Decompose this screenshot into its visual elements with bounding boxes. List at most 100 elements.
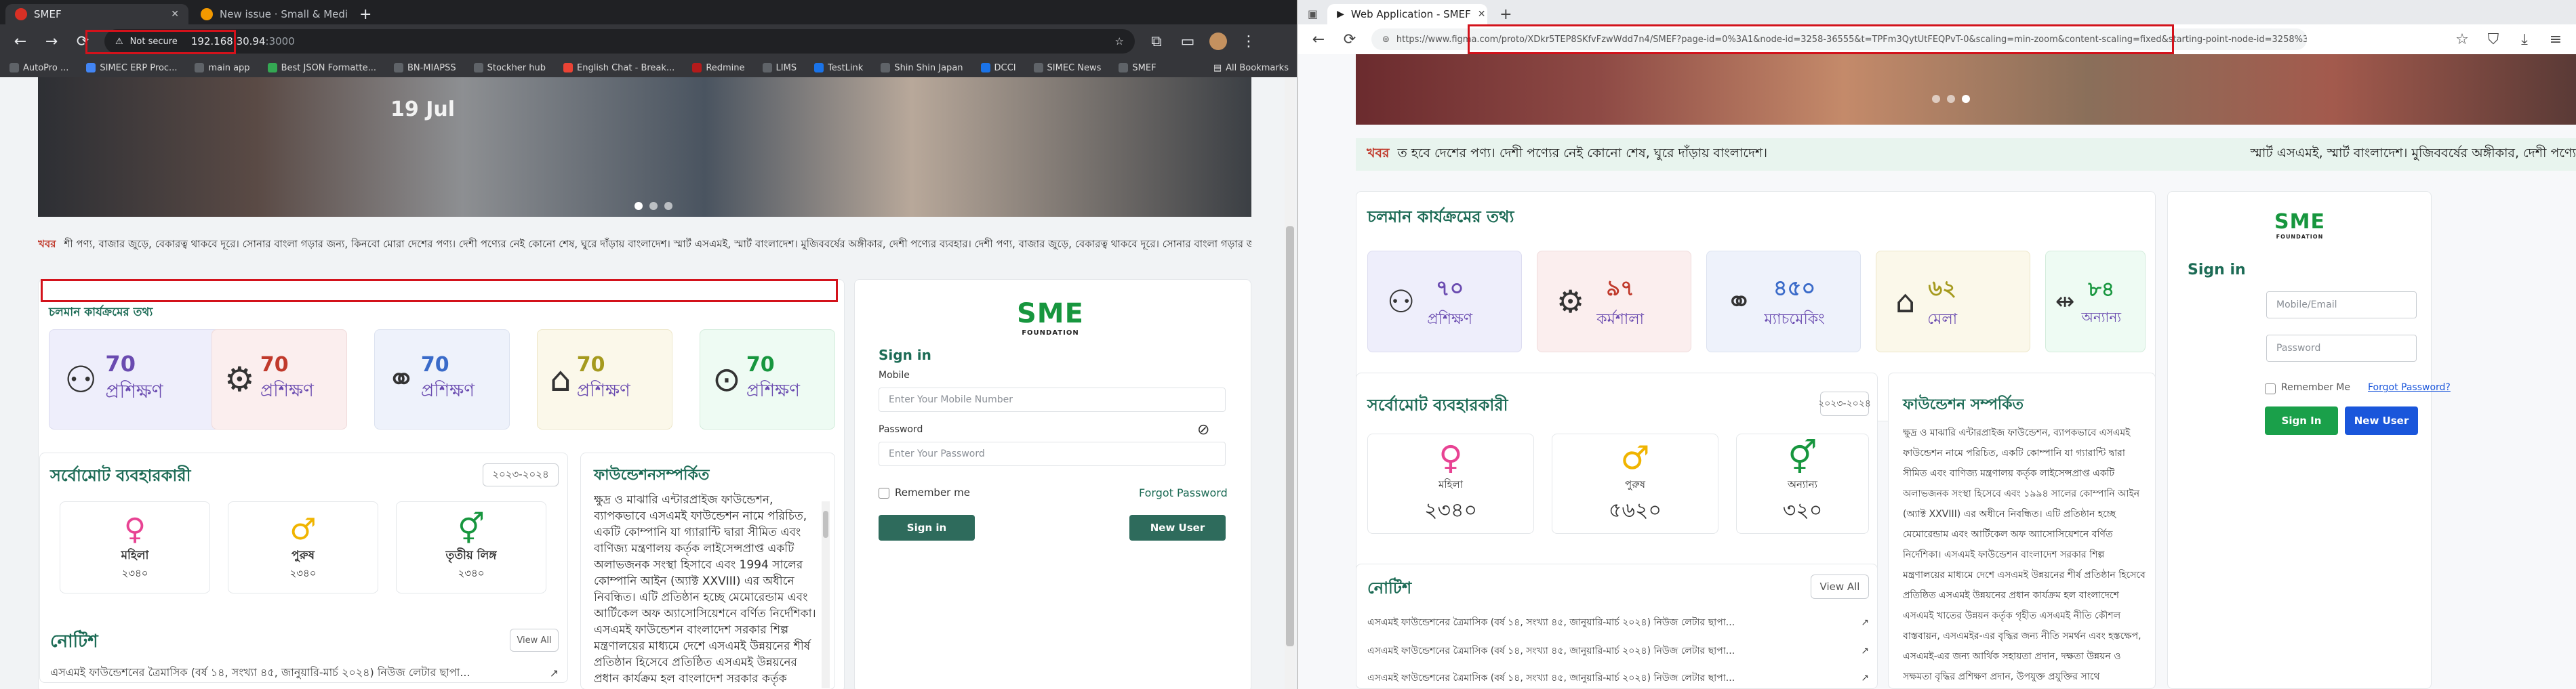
hero-carousel[interactable] — [1356, 54, 2576, 125]
carousel-dot[interactable] — [664, 202, 672, 210]
notice-row[interactable]: এসএমই ফাউন্ডেশনের ত্রৈমাসিক (বর্ষ ১৪, সং… — [1367, 668, 1869, 688]
remember-label: Remember Me — [2281, 382, 2350, 393]
bookmark-item[interactable]: TestLink — [814, 63, 863, 73]
carousel-dots — [635, 202, 672, 210]
about-scrollbar[interactable] — [822, 501, 830, 688]
carousel-dot[interactable] — [1947, 95, 1955, 103]
stat-card-fair: ⌂ ৬২ মেলা — [1876, 251, 2030, 352]
signin-button[interactable]: Sign In — [2265, 406, 2338, 435]
menu-icon[interactable]: ⋮ — [1239, 33, 1258, 50]
bookmark-item[interactable]: Stockher hub — [473, 63, 546, 73]
new-user-button[interactable]: New User — [2345, 406, 2418, 435]
bookmark-item[interactable]: SIMEC ERP Proc... — [86, 63, 177, 73]
mobile-email-input[interactable]: Mobile/Email — [2266, 291, 2417, 318]
forward-icon[interactable]: → — [42, 33, 61, 50]
mobile-input[interactable]: Enter Your Mobile Number — [879, 388, 1226, 412]
menu-icon[interactable]: ≡ — [2546, 31, 2565, 48]
eye-off-icon[interactable]: ⊘ — [1197, 421, 1209, 438]
tab-title: SMEF — [34, 8, 62, 20]
new-user-button[interactable]: New User — [1129, 515, 1226, 541]
bookmark-icon — [473, 63, 483, 72]
new-tab-button[interactable]: + — [1490, 4, 1521, 24]
bookmark-item[interactable]: AutoPro ... — [9, 63, 68, 73]
left-tab-smef[interactable]: SMEF ✕ — [5, 4, 188, 24]
back-icon[interactable]: ← — [11, 33, 30, 50]
download-icon[interactable]: ⤓ — [2515, 31, 2534, 48]
password-input[interactable]: Enter Your Password — [879, 442, 1226, 466]
left-address-bar[interactable]: ⚠ Not secure 192.168.30.94:3000 ☆ — [104, 29, 1135, 54]
right-tab-web-app[interactable]: ▶ Web Application - SMEF ✕ — [1327, 4, 1488, 24]
back-icon[interactable]: ← — [1309, 31, 1328, 48]
star-bookmark-icon[interactable]: ☆ — [1115, 35, 1124, 47]
bookmark-item[interactable]: BN-MIAPSS — [393, 63, 456, 73]
stat-number: 70 — [105, 350, 136, 377]
notice-view-all-button[interactable]: View All — [1811, 575, 1869, 599]
all-bookmarks[interactable]: ▤ All Bookmarks — [1213, 63, 1289, 73]
bookmark-item[interactable]: main app — [195, 63, 250, 73]
shield-icon[interactable]: ⛉ — [2484, 31, 2503, 48]
carousel-dot[interactable] — [635, 202, 643, 210]
bookmark-item[interactable]: Shin Shin Japan — [881, 63, 963, 73]
sidebar-icon[interactable]: ▭ — [1178, 33, 1197, 50]
stat-card-matchmaking: ⚭ ৪৫০ ম্যাচমেকিং — [1706, 251, 1861, 352]
year-selector[interactable]: ২০২৩-২০২৪ — [483, 463, 559, 486]
bookmark-item[interactable]: Redmine — [692, 63, 745, 73]
new-tab-button[interactable]: + — [350, 4, 381, 24]
profile-avatar[interactable] — [1209, 33, 1227, 50]
bookmark-item[interactable]: Best JSON Formatte... — [267, 63, 376, 73]
carousel-dot[interactable] — [1932, 95, 1940, 103]
logo-subtext: FOUNDATION — [2276, 234, 2324, 240]
bookmark-item[interactable]: DCCI — [980, 63, 1016, 73]
bookmark-item[interactable]: English Chat - Break... — [563, 63, 675, 73]
bookmark-label: AutoPro ... — [23, 62, 69, 73]
bookmark-item[interactable]: SIMEC News — [1033, 63, 1101, 73]
carousel-dot[interactable] — [1962, 95, 1970, 103]
training-group-icon: ⚇ — [1387, 283, 1415, 320]
logo-text: SME — [2274, 210, 2325, 234]
close-tab-icon[interactable]: ✕ — [1478, 9, 1486, 20]
password-input[interactable]: Password — [2266, 335, 2417, 362]
user-count: ৫৬২০ — [1609, 499, 1662, 522]
left-page-scrollbar[interactable] — [1285, 77, 1295, 689]
extensions-icon[interactable]: ⧉ — [1147, 33, 1166, 50]
signin-button[interactable]: Sign in — [879, 515, 975, 541]
fair-store-icon: ⌂ — [550, 360, 571, 399]
notice-text: এসএমই ফাউন্ডেশনের ত্রৈমাসিক (বর্ষ ১৪, সং… — [1367, 617, 1735, 628]
bookmark-item[interactable]: LIMS — [762, 62, 797, 73]
remember-checkbox[interactable] — [879, 488, 889, 499]
hero-date-text: 19 Jul — [390, 98, 455, 121]
bookmark-item[interactable]: SMEF — [1119, 63, 1156, 73]
matchmaking-icon: ⚭ — [387, 360, 416, 399]
folder-icon: ▤ — [1213, 62, 1222, 73]
user-type-label: পুরুষ — [1625, 478, 1645, 490]
bookmark-label: English Chat - Break... — [577, 62, 675, 73]
forgot-password-link[interactable]: Forgot Password — [1139, 486, 1228, 499]
mobile-label: Mobile — [879, 370, 910, 381]
stat-label: মেলা — [1927, 310, 1958, 328]
ticker-text: ত হবে দেশের পণ্য। দেশী পণ্যের নেই কোনো শ… — [1397, 146, 1768, 161]
about-section-title: ফাউন্ডেশনসম্পর্কিত — [594, 467, 710, 484]
notice-row[interactable]: এসএমই ফাউন্ডেশনের ত্রৈমাসিক (বর্ষ ১৪, সং… — [1367, 612, 1869, 633]
tab-actions-icon[interactable]: ▣ — [1308, 7, 1318, 20]
other-gender-icon: ⚥ — [1788, 439, 1817, 477]
close-tab-icon[interactable]: ✕ — [171, 9, 179, 20]
left-tab-new-issue[interactable]: New issue · Small & Medium E... ✕ — [191, 4, 347, 24]
reload-icon[interactable]: ⟳ — [1340, 31, 1359, 48]
notice-view-all-button[interactable]: View All — [510, 629, 559, 652]
ticker-text: শী পণ্য, বাজার জুড়ে, বেকারত্ব থাকবে দূর… — [64, 237, 1251, 250]
notice-text: এসএমই ফাউন্ডেশনের ত্রৈমাসিক (বর্ষ ১৪, সং… — [1367, 646, 1735, 656]
remember-checkbox[interactable] — [2265, 383, 2276, 394]
notice-row[interactable]: এসএমই ফাউন্ডেশনের ত্রৈমাসিক (বর্ষ ১৪, সং… — [1367, 641, 1869, 661]
star-bookmark-icon[interactable]: ☆ — [2453, 31, 2472, 48]
year-selector[interactable]: ২০২৩-২০২৪ — [1818, 392, 1871, 416]
user-box-others: ⚥ অন্যান্য ৩২০ — [1736, 434, 1869, 534]
bookmark-label: LIMS — [776, 62, 797, 73]
all-bookmarks-label: All Bookmarks — [1226, 62, 1289, 73]
carousel-dot[interactable] — [649, 202, 658, 210]
notice-row[interactable]: এসএমই ফাউন্ডেশনের ত্রৈমাসিক (বর্ষ ১৪, সং… — [50, 663, 559, 683]
arrow-up-right-icon: ↗ — [1861, 646, 1869, 656]
bookmark-label: Shin Shin Japan — [894, 62, 963, 73]
forgot-password-link[interactable]: Forgot Password? — [2368, 382, 2451, 393]
hero-carousel[interactable]: 19 Jul — [38, 77, 1251, 217]
about-text: ক্ষুদ্র ও মাঝারি এন্টারপ্রাইজ ফাউন্ডেশন,… — [594, 493, 816, 686]
